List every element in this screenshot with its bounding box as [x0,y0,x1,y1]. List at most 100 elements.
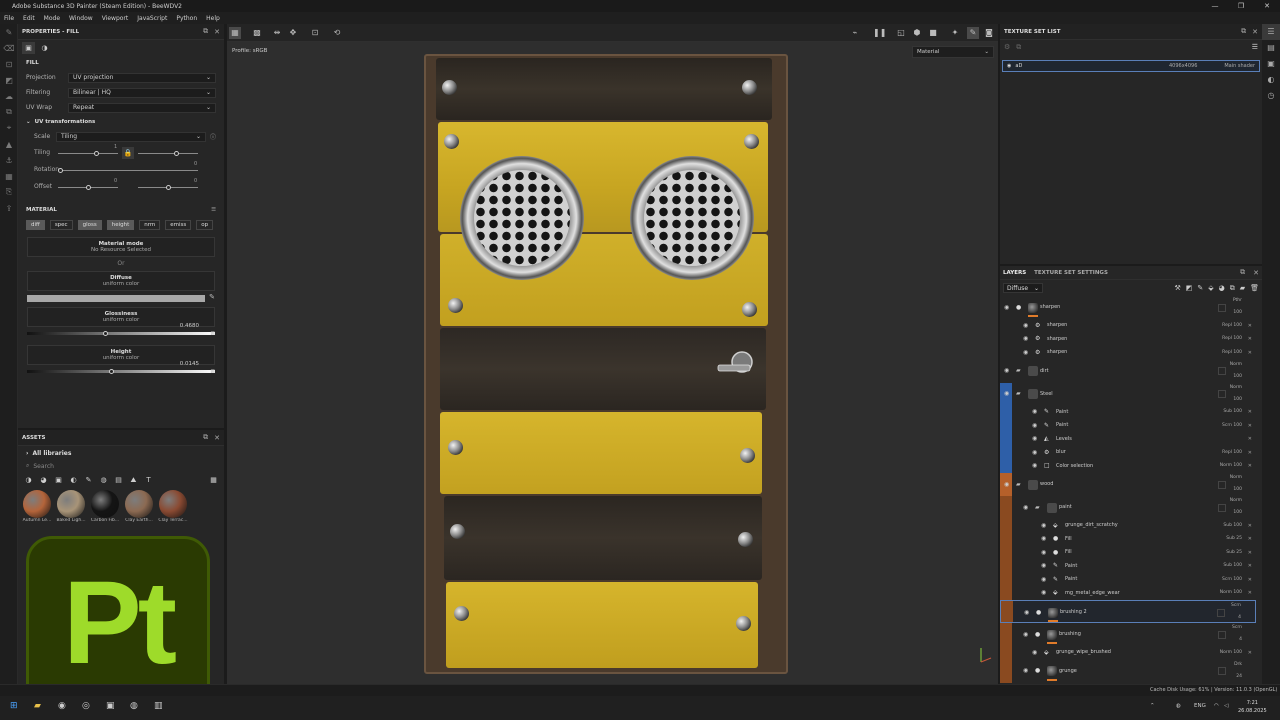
eye-icon[interactable]: ◉ [1041,535,1046,542]
scale-dropdown[interactable]: Tiling ⌄ [56,131,206,142]
channel-op-button[interactable]: op [196,220,214,230]
layer-mask-toggle[interactable] [1218,303,1226,312]
remove-effect-icon[interactable]: ✕ [1248,423,1252,429]
layer-blend-opacity[interactable]: Norm 100 [1220,650,1242,655]
layer-blend-mode[interactable]: Norm [1230,362,1242,367]
tray-lang[interactable]: ENG [1194,703,1206,709]
speaker-icon[interactable]: ◁ [1224,703,1228,709]
layer-row[interactable]: ◉ ✎ Paint Scrn 100 ✕ [1000,573,1256,587]
history-icon[interactable]: ⟲ [331,27,343,39]
layer-row[interactable]: ◉ ⚙ sharpen Repl 100 ✕ [1000,346,1256,360]
maximize-button[interactable]: ❐ [1228,0,1254,12]
export-icon[interactable]: ⇪ [0,200,18,216]
layer-blend-mode[interactable]: Norm [1230,385,1242,390]
channel-nrm-button[interactable]: nrm [139,220,161,230]
layer-blend-opacity[interactable]: Sub 100 [1223,409,1242,414]
eye-icon[interactable]: ◉ [1041,576,1046,583]
minimize-button[interactable]: — [1202,0,1228,12]
layer-mask-toggle[interactable] [1218,367,1226,375]
height-handle[interactable] [109,369,114,374]
grid-view-icon[interactable]: ▦ [209,476,218,484]
layer-blend-opacity[interactable]: Norm 100 [1220,463,1242,468]
layer-row[interactable]: ◉ ● grunge Drk 24 [1000,659,1256,683]
close-panel-icon[interactable]: ✕ [1253,269,1259,277]
polygon-fill-icon[interactable]: ▲ [0,136,18,152]
tray-app-icon[interactable]: ◍ [1176,703,1181,709]
layer-opacity[interactable]: 4 [1238,615,1241,620]
bake-icon[interactable]: ⎘ [0,184,18,200]
eye-icon[interactable]: ◉ [1032,462,1037,469]
layer-blend-opacity[interactable]: Repl 100 [1222,336,1242,341]
filter-particles-icon[interactable]: ◍ [99,476,108,484]
file-explorer-icon[interactable]: ▰ [34,701,41,711]
material-mode-slot[interactable]: Material mode No Resource Selected [27,237,215,257]
close-panel-icon[interactable]: ✕ [1252,28,1258,36]
offset-slider-u-handle[interactable] [86,185,91,190]
menu-window[interactable]: Window [69,15,93,22]
layer-row[interactable]: ◉ ▰ wood Norm 100 [1000,473,1256,496]
layer-row[interactable]: ◉ ⬙ mg_metal_edge_wear Norm 100 ✕ [1000,586,1256,600]
layer-row[interactable]: ◉ ● sharpen Pthr 100 [1000,296,1256,319]
layer-row[interactable]: ◉ ◭ Levels ✕ [1000,432,1256,446]
cube-icon[interactable]: ⬢ [911,27,923,39]
delete-layer-icon[interactable]: 🗑 [1250,284,1259,293]
remove-effect-icon[interactable]: ✕ [1248,463,1252,469]
eye-icon[interactable]: ◉ [1023,631,1028,638]
app-icon[interactable]: ▣ [106,701,115,711]
menu-python[interactable]: Python [176,15,197,22]
offset-slider-v-handle[interactable] [166,185,171,190]
close-button[interactable]: ✕ [1254,0,1280,12]
remove-effect-icon[interactable]: ✕ [1248,409,1252,415]
clock[interactable]: 7:21 26.08.2025 [1238,699,1267,715]
layer-blend-opacity[interactable]: Sub 100 [1223,563,1242,568]
eyedropper-icon[interactable]: ✎ [209,293,215,301]
duplicate-layer-icon[interactable]: ⧉ [1230,284,1235,293]
layer-row[interactable]: ◉ ▰ paint Norm 100 [1000,496,1256,519]
layer-opacity[interactable]: 24 [1236,674,1242,679]
filter-brushes-icon[interactable]: ✎ [84,476,93,484]
eye-icon[interactable]: ◉ [1004,367,1009,374]
undock-icon[interactable]: ⧉ [203,27,208,36]
geometry-mask-icon[interactable]: ◩ [0,72,18,88]
remove-effect-icon[interactable]: ✕ [1248,650,1252,656]
viewport-material-dropdown[interactable]: Material ⌄ [912,46,994,58]
clone-icon[interactable]: ⧉ [0,104,18,120]
menu-icon[interactable]: ☰ [1252,43,1258,51]
layer-mask-toggle[interactable] [1218,480,1226,489]
filter-smart-masks-icon[interactable]: ▣ [54,476,63,484]
tab-layers[interactable]: LAYERS [1003,270,1026,276]
layer-row[interactable]: ◉ ● brushing 2 Scrn 4 [1000,600,1256,623]
material-tile[interactable]: Autumn Le... [22,490,52,523]
info-icon[interactable]: ⓘ [210,132,216,141]
close-panel-icon[interactable]: ✕ [214,28,220,36]
remove-effect-icon[interactable]: ✕ [1248,350,1252,356]
camera-icon[interactable]: ■ [927,27,939,39]
remove-effect-icon[interactable]: ✕ [1248,536,1252,542]
close-panel-icon[interactable]: ✕ [214,434,220,442]
layer-blend-mode[interactable]: Drk [1234,662,1242,667]
iray-icon[interactable]: ⌁ [849,27,861,39]
tab-texture-set-settings[interactable]: TEXTURE SET SETTINGS [1034,270,1108,276]
remove-effect-icon[interactable]: ✕ [1248,323,1252,329]
layer-blend-mode[interactable]: Pthr [1233,298,1242,303]
height-slider[interactable]: 0.0145 ⧈ [27,361,215,379]
uvwrap-dropdown[interactable]: Repeat ⌄ [68,102,216,113]
filter-materials-icon[interactable]: ◑ [24,476,33,484]
layer-mask-toggle[interactable] [1217,608,1225,617]
text-tool-icon[interactable]: ▦ [0,168,18,184]
filter-textures-icon[interactable]: ▤ [114,476,123,484]
filter-environments-icon[interactable]: ⛰ [129,476,138,485]
glossiness-slider[interactable]: 0.4680 ⧈ [27,323,215,341]
remove-effect-icon[interactable]: ✕ [1248,436,1252,442]
viewport[interactable]: ▦ ▩ ⇹ ✥ ⊡ ⟲ ⌁ ❚❚ ◱ ⬢ ■ ✦ ✎ ◙ Profile: sR… [227,24,998,684]
undock-icon[interactable]: ⧉ [203,433,208,442]
eye-icon[interactable]: ◉ [1023,504,1028,511]
eye-icon[interactable]: ◉ [1032,649,1037,656]
add-effect-icon[interactable]: ⚒ [1174,284,1180,293]
texture-toggle-icon[interactable]: ⧈ [211,329,215,338]
all-libraries-item[interactable]: › All libraries [18,446,224,460]
layer-blend-opacity[interactable]: Repl 100 [1222,323,1242,328]
tiling-slider[interactable] [58,153,118,154]
add-mask-icon[interactable]: ◩ [1186,284,1193,293]
eye-icon[interactable]: ◉ [1004,304,1009,311]
